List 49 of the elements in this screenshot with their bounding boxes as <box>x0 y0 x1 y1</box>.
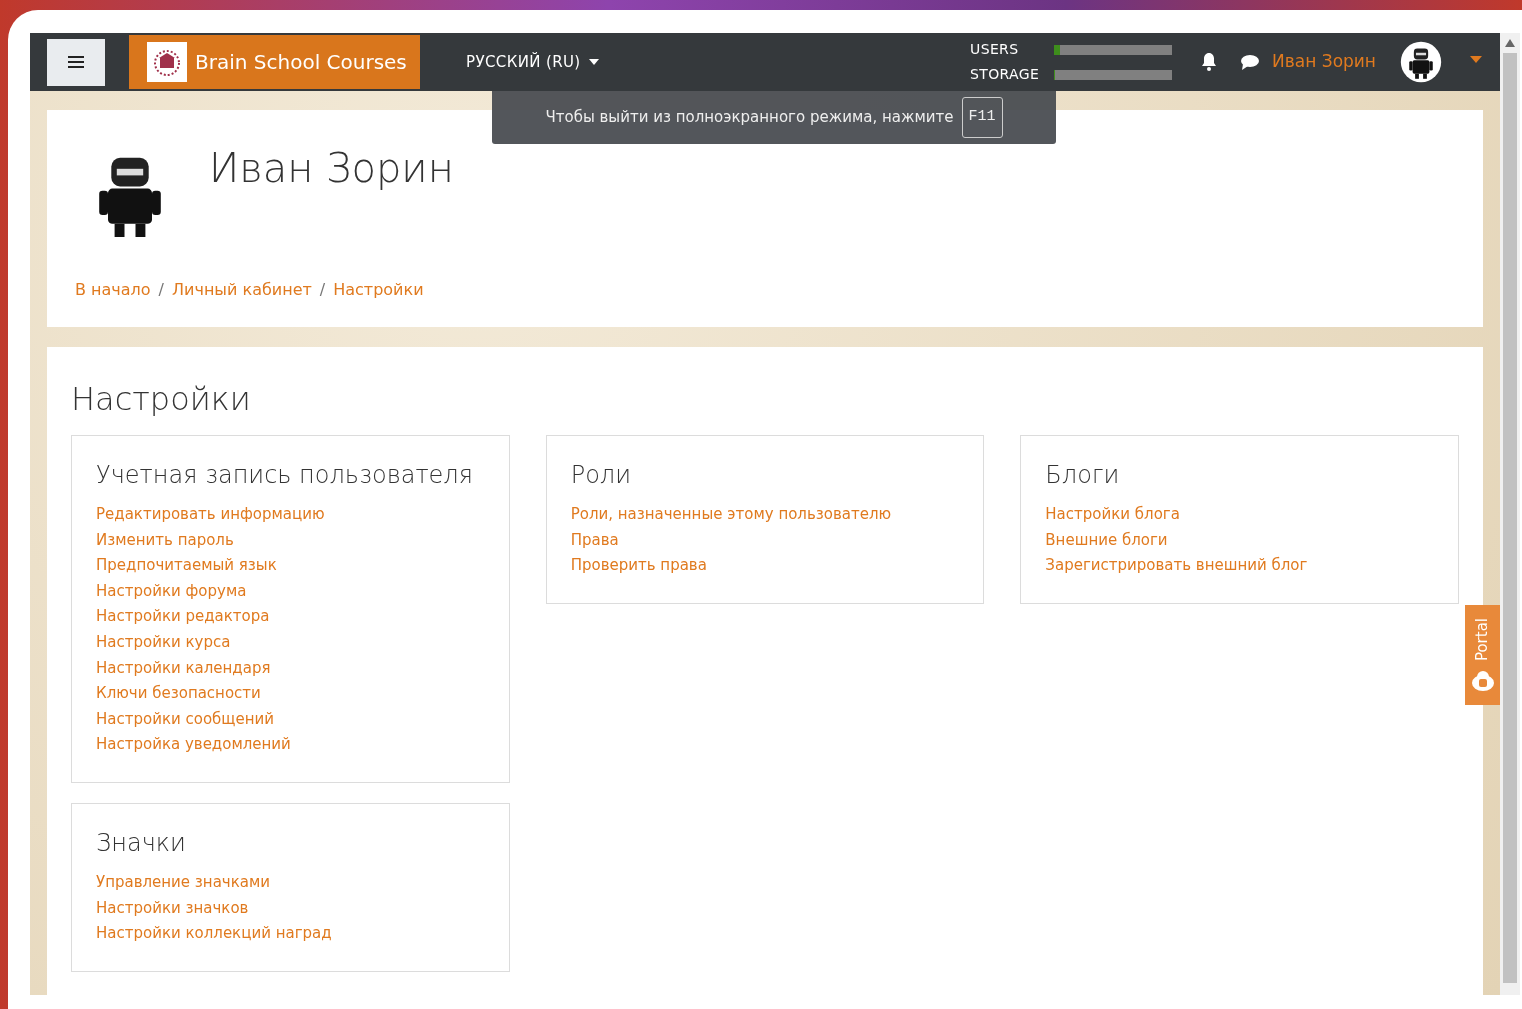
section-title: Блоги <box>1045 460 1121 490</box>
breadcrumb-separator: / <box>319 279 326 301</box>
settings-link[interactable]: Настройки календаря <box>96 655 271 682</box>
settings-link[interactable]: Настройки сообщений <box>96 706 274 733</box>
user-avatar <box>1400 41 1442 83</box>
caret-icon[interactable] <box>1470 55 1482 63</box>
profile-name: Иван Зорин <box>209 144 454 193</box>
language-menu[interactable]: РУССКИЙ (RU) <box>466 50 599 74</box>
scroll-up-icon[interactable] <box>1505 39 1515 47</box>
quota-label: USERS <box>970 40 1020 59</box>
settings-link[interactable]: Настройки редактора <box>96 604 270 630</box>
chat-icon[interactable] <box>1240 53 1261 71</box>
settings-link[interactable]: Настройки форума <box>96 578 247 605</box>
settings-link[interactable]: Роли, назначенные этому пользователю <box>570 502 892 528</box>
settings-link[interactable]: Настройки курса <box>96 629 231 656</box>
breadcrumb-link[interactable]: Личный кабинет <box>172 278 312 302</box>
settings-link[interactable]: Настройка уведомлений <box>96 732 291 758</box>
settings-link[interactable]: Настройки значков <box>96 895 249 922</box>
breadcrumb-link[interactable]: Настройки <box>333 278 424 302</box>
logo-icon <box>147 42 187 82</box>
brand-link[interactable]: Brain School Courses <box>129 35 420 89</box>
quota-label: STORAGE <box>970 65 1041 84</box>
notice-text: Чтобы выйти из полноэкранного режима, нажмите <box>545 107 954 129</box>
page-title: Настройки <box>71 379 252 420</box>
breadcrumb-separator: / <box>158 279 164 301</box>
cloud-icon <box>1470 669 1495 692</box>
settings-link[interactable]: Предпочитаемый язык <box>96 553 277 579</box>
breadcrumb-link[interactable]: В начало <box>75 278 151 302</box>
settings-link[interactable]: Проверить права <box>570 553 707 579</box>
settings-link[interactable]: Внешние блоги <box>1045 527 1168 554</box>
section-title: Значки <box>96 827 187 858</box>
caret-icon <box>588 59 599 65</box>
settings-link[interactable]: Права <box>570 527 619 554</box>
menu-button[interactable] <box>47 38 105 86</box>
settings-link[interactable]: Управление значками <box>96 869 271 896</box>
section-title: Учетная запись пользователя <box>96 460 474 490</box>
user-name-link[interactable]: Иван Зорин <box>1272 49 1376 75</box>
settings-link[interactable]: Зарегистрировать внешний блог <box>1045 553 1308 579</box>
settings-link[interactable]: Изменить пароль <box>96 527 234 554</box>
key-label: F11 <box>961 97 1003 138</box>
section-title: Роли <box>570 460 632 490</box>
settings-link[interactable]: Настройки коллекций наград <box>96 921 332 947</box>
menu-icon <box>68 55 84 69</box>
portal-tab[interactable]: Portal <box>1465 605 1500 705</box>
settings-link[interactable]: Настройки блога <box>1045 502 1180 528</box>
settings-link[interactable]: Редактировать информацию <box>96 502 325 528</box>
scrollbar-thumb[interactable] <box>1503 53 1517 983</box>
bell-icon[interactable] <box>1200 52 1219 72</box>
settings-link[interactable]: Ключи безопасности <box>96 681 261 707</box>
